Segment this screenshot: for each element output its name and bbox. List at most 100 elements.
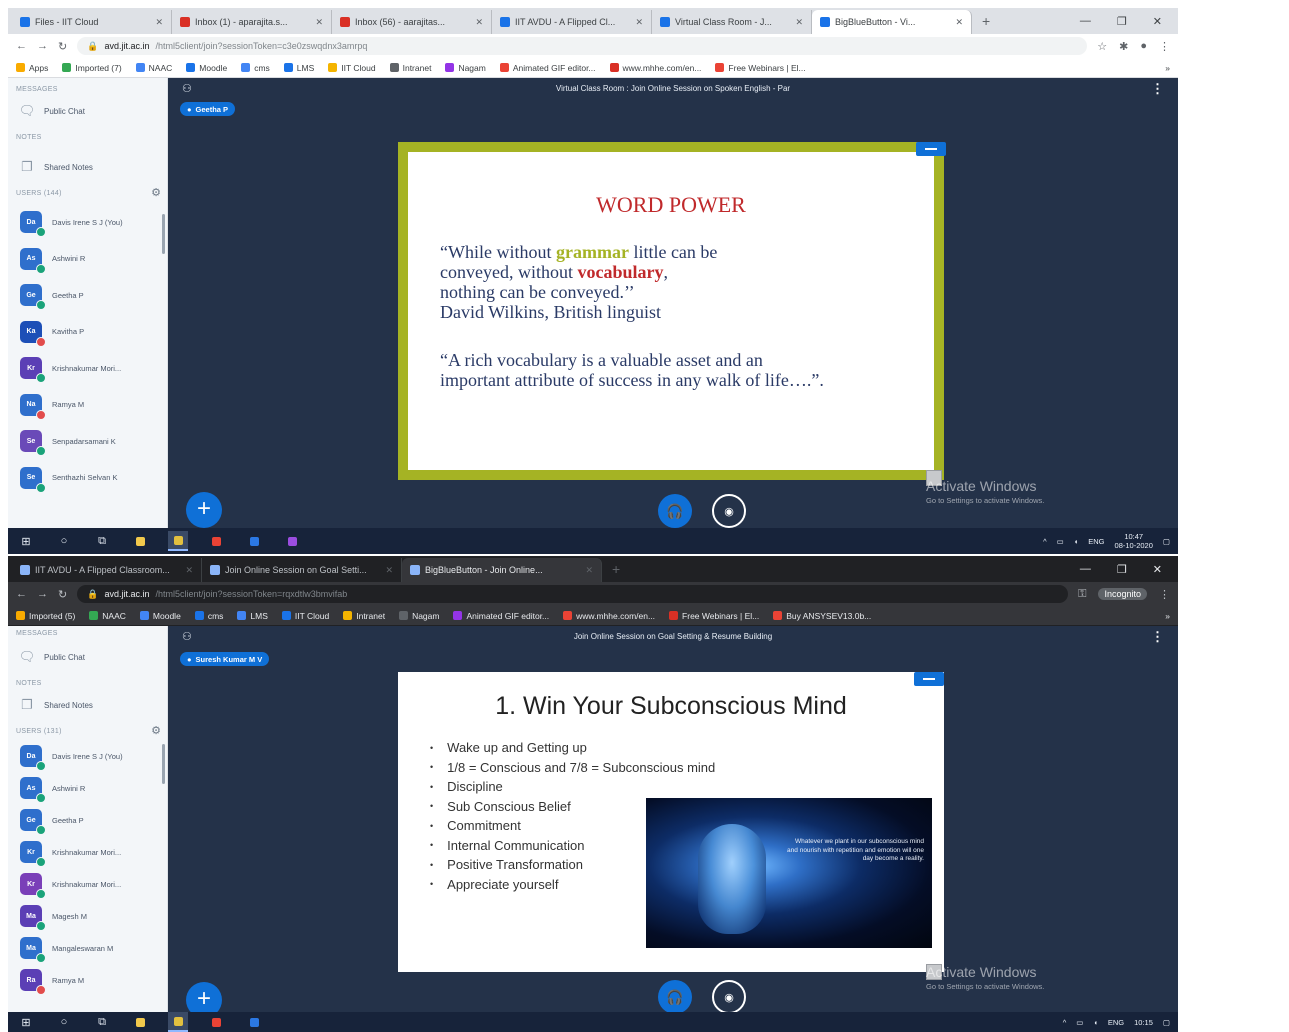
extensions-icon[interactable]: ✱ bbox=[1119, 40, 1128, 53]
network-icon[interactable]: ▭ bbox=[1076, 1018, 1083, 1027]
minimize-presentation-button[interactable] bbox=[916, 142, 946, 156]
user-list-item[interactable]: Kr Krishnakumar Mori... bbox=[20, 354, 163, 382]
back-icon[interactable]: ← bbox=[16, 40, 27, 52]
bookmark-item[interactable]: cms bbox=[241, 63, 270, 73]
user-list-item[interactable]: Ma Mangaleswaran M bbox=[20, 934, 163, 962]
bookmark-item[interactable]: Intranet bbox=[343, 611, 385, 621]
volume-icon[interactable]: ◖ bbox=[1074, 537, 1079, 546]
notification-icon[interactable]: ▢ bbox=[1163, 537, 1170, 546]
browser-tab[interactable]: Files - IIT Cloud ✕ bbox=[12, 10, 172, 34]
menu-icon[interactable]: ⋮ bbox=[1159, 40, 1170, 53]
scrollbar[interactable] bbox=[162, 744, 165, 784]
plus-icon[interactable]: + bbox=[186, 492, 222, 528]
minimize-icon[interactable]: — bbox=[1080, 15, 1091, 28]
close-window-icon[interactable]: ✕ bbox=[1153, 563, 1162, 576]
task-view-icon[interactable]: ⧉ bbox=[92, 531, 112, 551]
forward-icon[interactable]: → bbox=[37, 40, 48, 52]
user-list-item[interactable]: Se Senpadarsamani K bbox=[20, 427, 163, 455]
windows-icon[interactable]: ⊞ bbox=[16, 1012, 36, 1032]
browser-tab-active[interactable]: BigBlueButton - Join Online... ✕ bbox=[402, 558, 602, 582]
star-icon[interactable]: ☆ bbox=[1097, 40, 1107, 53]
minimize-presentation-button[interactable] bbox=[914, 672, 944, 686]
close-window-icon[interactable]: ✕ bbox=[1153, 15, 1162, 28]
bookmark-item[interactable]: Nagam bbox=[399, 611, 439, 621]
back-icon[interactable]: ← bbox=[16, 588, 27, 600]
kebab-icon[interactable]: ⋮ bbox=[1151, 81, 1164, 97]
minimize-icon[interactable]: — bbox=[1080, 563, 1091, 576]
bookmark-item[interactable]: Nagam bbox=[445, 63, 486, 73]
user-list-item[interactable]: Kr Krishnakumar Mori... bbox=[20, 838, 163, 866]
menu-icon[interactable]: ⋮ bbox=[1159, 588, 1170, 601]
close-icon[interactable]: ✕ bbox=[155, 17, 163, 28]
shared-notes-item[interactable]: ❐ Shared Notes bbox=[18, 694, 163, 716]
kebab-icon[interactable]: ⋮ bbox=[1151, 629, 1164, 645]
clock[interactable]: 10:47 08-10-2020 bbox=[1115, 532, 1153, 550]
close-icon[interactable]: ✕ bbox=[475, 17, 483, 28]
bookmark-item[interactable]: www.mhhe.com/en... bbox=[563, 611, 655, 621]
public-chat-item[interactable]: 🗨 Public Chat bbox=[18, 646, 163, 668]
bookmark-item[interactable]: NAAC bbox=[135, 63, 172, 73]
chevron-up-icon[interactable]: ^ bbox=[1043, 537, 1047, 546]
browser-tab[interactable]: Inbox (1) - aparajita.s... ✕ bbox=[172, 10, 332, 34]
file-explorer-icon[interactable] bbox=[130, 531, 150, 551]
close-icon[interactable]: ✕ bbox=[635, 17, 643, 28]
bookmark-item[interactable]: Intranet bbox=[389, 63, 431, 73]
user-list-item[interactable]: Kr Krishnakumar Mori... bbox=[20, 870, 163, 898]
notification-icon[interactable]: ▢ bbox=[1163, 1018, 1170, 1027]
word-icon[interactable] bbox=[244, 1012, 264, 1032]
user-list-item[interactable]: Da Davis Irene S J (You) bbox=[20, 742, 163, 770]
maximize-icon[interactable]: ❐ bbox=[1117, 563, 1127, 576]
volume-icon[interactable]: ◖ bbox=[1093, 1018, 1098, 1027]
profile-icon[interactable]: ● bbox=[1140, 40, 1147, 52]
headphones-icon[interactable]: 🎧 bbox=[658, 980, 692, 1014]
bookmark-item[interactable]: Apps bbox=[16, 63, 48, 73]
browser-tab[interactable]: Virtual Class Room - J... ✕ bbox=[652, 10, 812, 34]
url-field[interactable]: 🔒 avd.jit.ac.in/html5client/join?session… bbox=[77, 585, 1069, 603]
reload-icon[interactable]: ↻ bbox=[58, 588, 67, 601]
bookmark-item[interactable]: Animated GIF editor... bbox=[499, 63, 596, 73]
bookmark-item[interactable]: www.mhhe.com/en... bbox=[609, 63, 701, 73]
camera-icon[interactable]: ◉ bbox=[712, 494, 746, 528]
more-bookmarks-icon[interactable]: » bbox=[1165, 63, 1170, 73]
chevron-up-icon[interactable]: ^ bbox=[1063, 1018, 1067, 1027]
file-explorer-icon[interactable] bbox=[130, 1012, 150, 1032]
bookmark-item[interactable]: Imported (5) bbox=[16, 611, 75, 621]
bookmark-item[interactable]: IIT Cloud bbox=[281, 611, 329, 621]
key-icon[interactable]: ⚿ bbox=[1078, 588, 1086, 601]
chrome-icon[interactable] bbox=[168, 531, 188, 551]
shared-notes-item[interactable]: ❐ Shared Notes bbox=[18, 156, 163, 178]
close-icon[interactable]: ✕ bbox=[315, 17, 323, 28]
gear-icon[interactable]: ⚙ bbox=[151, 724, 161, 737]
browser-tab[interactable]: Inbox (56) - aarajitas... ✕ bbox=[332, 10, 492, 34]
bookmark-item[interactable]: LMS bbox=[283, 63, 314, 73]
user-list-item[interactable]: Da Davis Irene S J (You) bbox=[20, 208, 163, 236]
user-list-item[interactable]: Ra Ramya M bbox=[20, 966, 163, 994]
gear-icon[interactable]: ⚙ bbox=[151, 186, 161, 199]
bookmark-item[interactable]: IIT Cloud bbox=[328, 63, 376, 73]
language-indicator[interactable]: ENG bbox=[1108, 1018, 1124, 1027]
new-tab-button[interactable]: + bbox=[972, 13, 1000, 34]
bookmark-item[interactable]: Moodle bbox=[186, 63, 227, 73]
bookmark-item[interactable]: cms bbox=[194, 611, 223, 621]
search-icon[interactable]: ○ bbox=[54, 531, 74, 551]
new-tab-button[interactable]: + bbox=[602, 561, 630, 582]
bookmark-item[interactable]: Buy ANSYSEV13.0b... bbox=[773, 611, 871, 621]
user-list-item[interactable]: Ge Geetha P bbox=[20, 281, 163, 309]
reload-icon[interactable]: ↻ bbox=[58, 40, 67, 53]
bookmark-item[interactable]: Free Webinars | El... bbox=[715, 63, 806, 73]
close-icon[interactable]: ✕ bbox=[385, 565, 393, 576]
word-icon[interactable] bbox=[244, 531, 264, 551]
more-bookmarks-icon[interactable]: » bbox=[1165, 611, 1170, 621]
forward-icon[interactable]: → bbox=[37, 588, 48, 600]
pdf-icon[interactable] bbox=[206, 1012, 226, 1032]
chrome-icon[interactable] bbox=[168, 1012, 188, 1032]
browser-tab-active[interactable]: BigBlueButton - Vi... ✕ bbox=[812, 10, 972, 34]
user-list-item[interactable]: As Ashwini R bbox=[20, 774, 163, 802]
bookmark-item[interactable]: NAAC bbox=[89, 611, 126, 621]
browser-tab[interactable]: Join Online Session on Goal Setti... ✕ bbox=[202, 558, 402, 582]
user-list-item[interactable]: Ge Geetha P bbox=[20, 806, 163, 834]
close-icon[interactable]: ✕ bbox=[185, 565, 193, 576]
language-indicator[interactable]: ENG bbox=[1088, 537, 1104, 546]
headphones-icon[interactable]: 🎧 bbox=[658, 494, 692, 528]
bookmark-item[interactable]: Moodle bbox=[139, 611, 181, 621]
